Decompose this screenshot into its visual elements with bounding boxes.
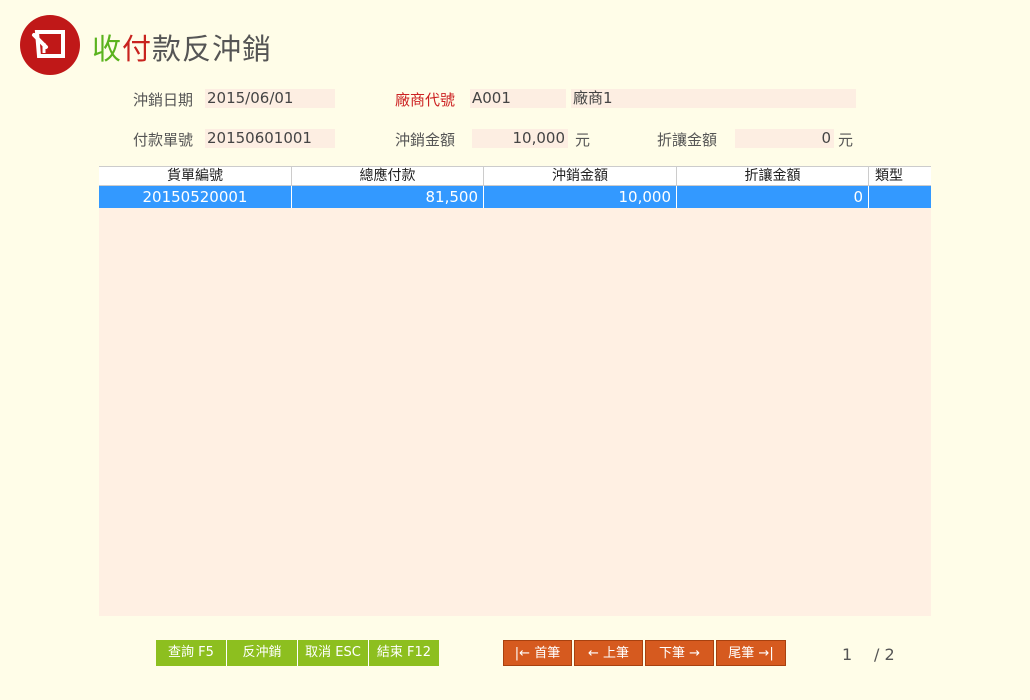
grid-header: 貨單編號 總應付款 沖銷金額 折讓金額 類型 <box>99 166 931 186</box>
detail-grid[interactable]: 貨單編號 總應付款 沖銷金額 折讓金額 類型 20150520001 81,50… <box>99 166 931 616</box>
vendor-code-label: 廠商代號 <box>395 91 456 109</box>
page-title-part3: 款反沖銷 <box>152 32 273 66</box>
writeoff-amount-unit: 元 <box>575 131 591 149</box>
discount-amount-field[interactable]: 0 <box>735 129 834 148</box>
writeoff-date-label: 沖銷日期 <box>133 91 194 109</box>
query-button[interactable]: 查詢 F5 <box>156 640 227 666</box>
page-title-part2: 付 <box>122 32 153 66</box>
page-current: 1 <box>842 645 853 664</box>
grid-col-type[interactable]: 類型 <box>869 167 931 185</box>
discount-amount-label: 折讓金額 <box>657 131 718 149</box>
page-title-part1: 收 <box>92 32 123 66</box>
table-row[interactable]: 20150520001 81,500 10,000 0 <box>99 186 931 208</box>
writeoff-amount-field[interactable]: 10,000 <box>472 129 568 148</box>
payment-no-label: 付款單號 <box>133 131 194 149</box>
reverse-writeoff-button[interactable]: 反沖銷 <box>227 640 298 666</box>
prev-record-button[interactable]: ← 上筆 <box>574 640 643 666</box>
table-cell-invoice-no[interactable]: 20150520001 <box>99 186 292 208</box>
table-cell-discount-amount[interactable]: 0 <box>677 186 869 208</box>
page-title: 收付款反沖銷 <box>92 26 272 68</box>
page-total: / 2 <box>874 645 895 664</box>
payment-no-field[interactable]: 20150601001 <box>205 129 335 148</box>
grid-col-total-payable[interactable]: 總應付款 <box>292 167 484 185</box>
table-cell-writeoff-amount[interactable]: 10,000 <box>484 186 677 208</box>
writeoff-amount-label: 沖銷金額 <box>395 131 456 149</box>
discount-amount-unit: 元 <box>838 131 854 149</box>
app-logo-icon <box>20 15 80 75</box>
first-record-button[interactable]: |← 首筆 <box>503 640 572 666</box>
writeoff-date-field[interactable]: 2015/06/01 <box>205 89 335 108</box>
vendor-name-field: 廠商1 <box>571 89 856 108</box>
close-button[interactable]: 結束 F12 <box>369 640 439 666</box>
vendor-code-field[interactable]: A001 <box>470 89 566 108</box>
grid-col-discount-amount[interactable]: 折讓金額 <box>677 167 869 185</box>
table-cell-total-payable[interactable]: 81,500 <box>292 186 484 208</box>
grid-col-writeoff-amount[interactable]: 沖銷金額 <box>484 167 677 185</box>
table-cell-type[interactable] <box>869 186 931 208</box>
next-record-button[interactable]: 下筆 → <box>645 640 714 666</box>
last-record-button[interactable]: 尾筆 →| <box>716 640 786 666</box>
grid-col-invoice-no[interactable]: 貨單編號 <box>99 167 292 185</box>
cancel-button[interactable]: 取消 ESC <box>298 640 369 666</box>
